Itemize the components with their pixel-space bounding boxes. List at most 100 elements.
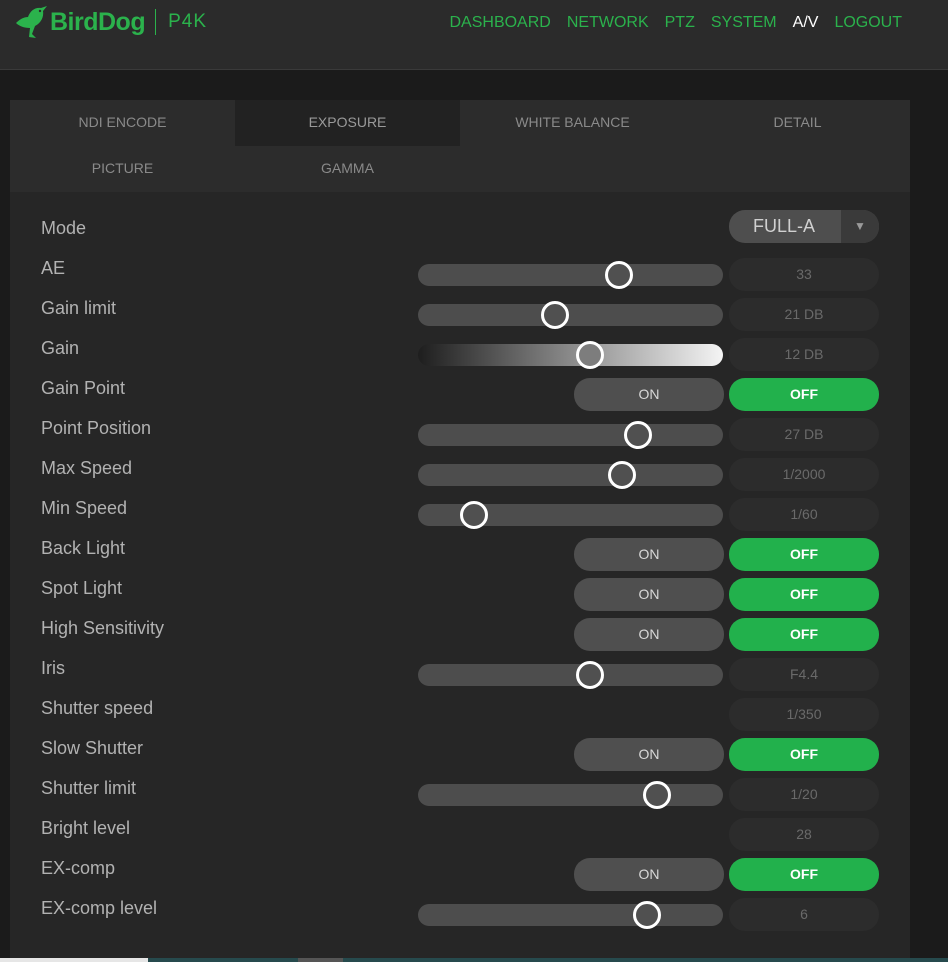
row-spot-light: Spot Light ON OFF <box>10 578 910 618</box>
gain-value: 12 DB <box>729 338 879 371</box>
nav-logout[interactable]: LOGOUT <box>834 14 902 32</box>
nav-system[interactable]: SYSTEM <box>711 14 777 32</box>
shutter-limit-slider-handle[interactable] <box>643 781 672 809</box>
row-slow-shutter: Slow Shutter ON OFF <box>10 738 910 778</box>
nav-network[interactable]: NETWORK <box>567 14 649 32</box>
scrollbar-thumb[interactable] <box>0 958 148 962</box>
shutter-speed-label: Shutter speed <box>41 698 154 718</box>
slow-shutter-on-button[interactable]: ON <box>574 738 724 771</box>
shutter-limit-value: 1/20 <box>729 778 879 811</box>
row-gain-point: Gain Point ON OFF <box>10 378 910 418</box>
iris-slider[interactable] <box>418 661 723 689</box>
ex-comp-label: EX-comp <box>41 858 116 878</box>
settings-tabs: NDI ENCODE EXPOSURE WHITE BALANCE DETAIL… <box>10 100 910 192</box>
min-speed-slider[interactable] <box>418 501 723 529</box>
gain-point-off-button[interactable]: OFF <box>729 378 879 411</box>
row-shutter-speed: Shutter speed 1/350 <box>10 698 910 738</box>
back-light-label: Back Light <box>41 538 126 558</box>
ae-slider[interactable] <box>418 261 723 289</box>
tab-ndi-encode[interactable]: NDI ENCODE <box>10 100 235 146</box>
spot-light-label: Spot Light <box>41 578 123 598</box>
min-speed-value: 1/60 <box>729 498 879 531</box>
spot-light-off-button[interactable]: OFF <box>729 578 879 611</box>
iris-label: Iris <box>41 658 65 678</box>
back-light-on-button[interactable]: ON <box>574 538 724 571</box>
iris-slider-handle[interactable] <box>576 661 605 689</box>
max-speed-slider-handle[interactable] <box>608 461 637 489</box>
gain-slider[interactable] <box>418 341 723 369</box>
logo-divider <box>155 9 157 35</box>
row-point-position: Point Position 27 DB <box>10 418 910 458</box>
max-speed-value: 1/2000 <box>729 458 879 491</box>
bird-icon <box>16 6 47 38</box>
bright-level-value: 28 <box>729 818 879 851</box>
ae-slider-handle[interactable] <box>605 261 634 289</box>
ex-comp-level-slider-handle[interactable] <box>632 901 661 929</box>
row-shutter-limit: Shutter limit 1/20 <box>10 778 910 818</box>
ex-comp-level-label: EX-comp level <box>41 898 158 918</box>
min-speed-slider-handle[interactable] <box>460 501 489 529</box>
row-ex-comp: EX-comp ON OFF <box>10 858 910 898</box>
ex-comp-level-value: 6 <box>729 898 879 931</box>
scrollbar-marker <box>298 958 343 962</box>
point-position-slider-handle[interactable] <box>623 421 652 449</box>
nav-dashboard[interactable]: DASHBOARD <box>449 14 550 32</box>
row-gain: Gain 12 DB <box>10 338 910 378</box>
point-position-value: 27 DB <box>729 418 879 451</box>
tab-detail[interactable]: DETAIL <box>685 100 910 146</box>
shutter-limit-label: Shutter limit <box>41 778 137 798</box>
row-gain-limit: Gain limit 21 DB <box>10 298 910 338</box>
gain-limit-value: 21 DB <box>729 298 879 331</box>
mode-value: FULL-A <box>752 216 815 236</box>
nav-ptz[interactable]: PTZ <box>665 14 695 32</box>
model-name: P4K <box>168 11 208 32</box>
gain-limit-label: Gain limit <box>41 298 117 318</box>
high-sensitivity-on-button[interactable]: ON <box>574 618 724 651</box>
tab-gamma[interactable]: GAMMA <box>235 146 460 192</box>
ex-comp-off-button[interactable]: OFF <box>729 858 879 891</box>
top-bar: BirdDog P4K DASHBOARD NETWORK PTZ SYSTEM… <box>0 0 948 70</box>
gain-limit-slider[interactable] <box>418 301 723 329</box>
nav-av[interactable]: A/V <box>793 14 819 32</box>
mode-select[interactable]: FULL-A ▼ <box>729 210 879 243</box>
tab-exposure[interactable]: EXPOSURE <box>235 100 460 146</box>
tab-picture[interactable]: PICTURE <box>10 146 235 192</box>
max-speed-label: Max Speed <box>41 458 133 478</box>
row-back-light: Back Light ON OFF <box>10 538 910 578</box>
bottom-scrollbar[interactable] <box>0 958 948 962</box>
mode-label: Mode <box>41 218 87 238</box>
chevron-down-icon: ▼ <box>841 210 879 243</box>
iris-value: F4.4 <box>729 658 879 691</box>
slow-shutter-label: Slow Shutter <box>41 738 144 758</box>
gain-point-on-button[interactable]: ON <box>574 378 724 411</box>
row-ae: AE 33 <box>10 258 910 298</box>
max-speed-slider[interactable] <box>418 461 723 489</box>
row-max-speed: Max Speed 1/2000 <box>10 458 910 498</box>
row-mode: Mode FULL-A ▼ <box>10 210 910 258</box>
spot-light-on-button[interactable]: ON <box>574 578 724 611</box>
back-light-off-button[interactable]: OFF <box>729 538 879 571</box>
ae-value: 33 <box>729 258 879 291</box>
bright-level-label: Bright level <box>41 818 131 838</box>
ae-label: AE <box>41 258 66 278</box>
point-position-slider[interactable] <box>418 421 723 449</box>
brand-name: BirdDog <box>50 7 146 36</box>
min-speed-label: Min Speed <box>41 498 128 518</box>
row-min-speed: Min Speed 1/60 <box>10 498 910 538</box>
tab-white-balance[interactable]: WHITE BALANCE <box>460 100 685 146</box>
high-sensitivity-label: High Sensitivity <box>41 618 165 638</box>
point-position-label: Point Position <box>41 418 152 438</box>
gain-limit-slider-handle[interactable] <box>541 301 570 329</box>
high-sensitivity-off-button[interactable]: OFF <box>729 618 879 651</box>
ex-comp-level-slider[interactable] <box>418 901 723 929</box>
av-settings-panel: NDI ENCODE EXPOSURE WHITE BALANCE DETAIL… <box>10 100 910 962</box>
brand-logo[interactable]: BirdDog P4K <box>14 2 207 42</box>
slow-shutter-off-button[interactable]: OFF <box>729 738 879 771</box>
ex-comp-on-button[interactable]: ON <box>574 858 724 891</box>
row-bright-level: Bright level 28 <box>10 818 910 858</box>
shutter-limit-slider[interactable] <box>418 781 723 809</box>
row-iris: Iris F4.4 <box>10 658 910 698</box>
gain-slider-handle[interactable] <box>576 341 605 369</box>
gain-point-label: Gain Point <box>41 378 126 398</box>
main-nav: DASHBOARD NETWORK PTZ SYSTEM A/V LOGOUT <box>449 14 902 32</box>
